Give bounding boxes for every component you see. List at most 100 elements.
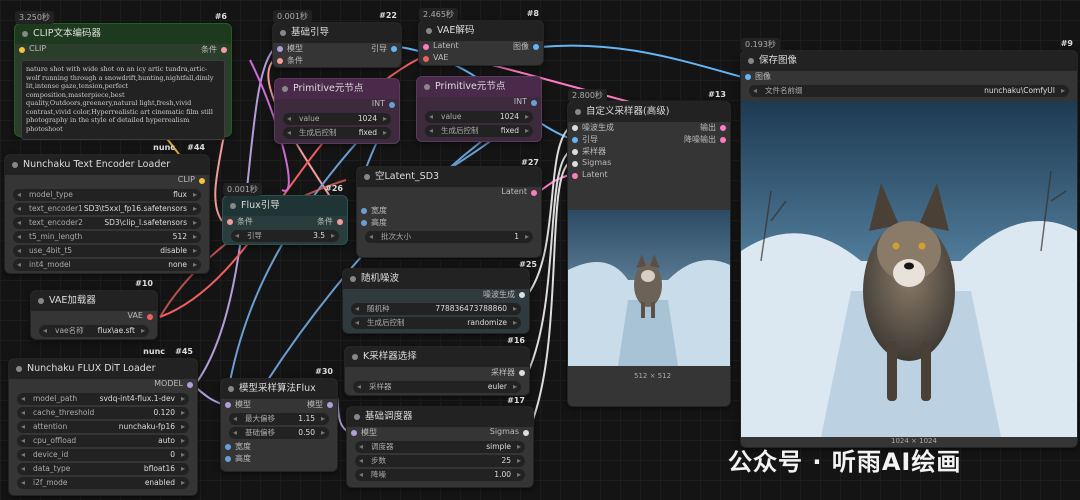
node-title[interactable]: Nunchaku FLUX DiT Loader <box>9 359 197 379</box>
cond-input-slot[interactable] <box>277 58 283 64</box>
node-id: #45 <box>175 347 193 356</box>
control-after-generate-widget[interactable]: 生成后控制fixed <box>283 127 391 139</box>
model-input-slot[interactable] <box>351 430 357 436</box>
node-title[interactable]: 基础引导 <box>273 23 401 43</box>
image-input-slot[interactable] <box>745 74 751 80</box>
custom-sampler-advanced-node[interactable]: 2.800秒 #13 自定义采样器(高级) 噪波生成 输出 引导 降噪输出 采样器 … <box>567 89 731 407</box>
output-slot[interactable] <box>720 125 726 131</box>
execution-time-badge: 0.001秒 <box>223 183 262 196</box>
latent-input-slot[interactable] <box>572 173 578 179</box>
node-title[interactable]: Nunchaku Text Encoder Loader <box>5 155 209 175</box>
vae-loader-node[interactable]: #10 VAE加载器 VAE vae名称flux\ae.sft <box>30 279 158 340</box>
primitive-node-1[interactable]: Primitive元节点 INT value1024 生成后控制fixed <box>274 78 400 144</box>
int-output-slot[interactable] <box>389 102 395 108</box>
flux-guidance-node[interactable]: 0.001秒 #26 Flux引导 条件条件 引导3.5 <box>222 183 348 245</box>
denoise-widget[interactable]: 降噪1.00 <box>355 469 525 481</box>
save-image-node[interactable]: 0.193秒 #9 保存图像 图像 文件名前缀nunchaku\ComfyUI <box>740 38 1078 448</box>
clip-output-slot[interactable] <box>199 178 205 184</box>
basic-scheduler-node[interactable]: 基础调度器 模型Sigmas 调度器simple 步数25 降噪1.00 <box>346 406 534 488</box>
guidance-widget[interactable]: 引导3.5 <box>231 230 339 242</box>
width-input-slot[interactable] <box>225 444 231 450</box>
node-title[interactable]: 基础调度器 <box>347 407 533 427</box>
noise-output-slot[interactable] <box>519 292 525 298</box>
sampler-name-widget[interactable]: 采样器euler <box>353 381 521 393</box>
attention-widget[interactable]: attentionnunchaku-fp16 <box>17 421 189 433</box>
width-input-slot[interactable] <box>361 208 367 214</box>
dit-loader-node[interactable]: #45 nunc Nunchaku FLUX DiT Loader MODEL … <box>8 347 198 496</box>
base-shift-widget[interactable]: 基础偏移0.50 <box>229 427 329 439</box>
node-id: #8 <box>526 9 539 18</box>
image-output-slot[interactable] <box>533 44 539 50</box>
data-type-widget[interactable]: data_typebfloat16 <box>17 463 189 475</box>
control-after-generate-widget[interactable]: 生成后控制fixed <box>425 125 533 137</box>
node-title[interactable]: VAE加载器 <box>31 291 157 311</box>
model-output-slot[interactable] <box>187 382 193 388</box>
guider-output-slot[interactable] <box>391 46 397 52</box>
node-title[interactable]: Flux引导 <box>223 196 347 216</box>
clip-text-encode-node[interactable]: 3.250秒 #6 CLIP文本编码器 CLIP 条件 nature shot … <box>14 11 232 140</box>
vae-name-widget[interactable]: vae名称flux\ae.sft <box>39 325 149 337</box>
random-noise-node[interactable]: #16 随机噪波 噪波生成 随机种778836473788860 生成后控制ra… <box>342 268 530 345</box>
node-title[interactable]: 保存图像 <box>741 51 1077 71</box>
node-title[interactable]: 自定义采样器(高级) <box>568 102 730 122</box>
model-path-widget[interactable]: model_pathsvdq-int4-flux.1-dev <box>17 393 189 405</box>
height-input-slot[interactable] <box>361 220 367 226</box>
vae-output-slot[interactable] <box>147 314 153 320</box>
text-encoder1-widget[interactable]: text_encoder1SD3\t5xxl_fp16.safetensors <box>13 203 201 215</box>
denoised-output-slot[interactable] <box>720 137 726 143</box>
node-title[interactable]: 模型采样算法Flux <box>221 379 337 399</box>
seed-widget[interactable]: 随机种778836473788860 <box>351 303 521 315</box>
sampler-input-slot[interactable] <box>572 149 578 155</box>
node-title[interactable]: K采样器选择 <box>345 347 529 367</box>
node-title[interactable]: VAE解码 <box>419 21 543 41</box>
device-id-widget[interactable]: device_id0 <box>17 449 189 461</box>
value-widget[interactable]: value1024 <box>425 111 533 123</box>
int-output-slot[interactable] <box>531 100 537 106</box>
cpu-offload-widget[interactable]: cpu_offloadauto <box>17 435 189 447</box>
steps-widget[interactable]: 步数25 <box>355 455 525 467</box>
int4-model-widget[interactable]: int4_modelnone <box>13 259 201 271</box>
noise-input-slot[interactable] <box>572 125 578 131</box>
latent-output-slot[interactable] <box>531 190 537 196</box>
node-title[interactable]: CLIP文本编码器 <box>15 24 231 44</box>
prompt-textarea[interactable]: nature shot with wide shot on an icy art… <box>21 60 225 140</box>
vae-input-slot[interactable] <box>423 56 429 62</box>
i2f-mode-widget[interactable]: i2f_modeenabled <box>17 477 189 489</box>
control-after-generate-widget[interactable]: 生成后控制randomize <box>351 317 521 329</box>
model-type-widget[interactable]: model_typeflux <box>13 189 201 201</box>
model-output-slot[interactable] <box>327 402 333 408</box>
model-sampling-flux-node[interactable]: #30 模型采样算法Flux 模型模型 最大偏移1.15 基础偏移0.50 宽度… <box>220 367 338 472</box>
filename-prefix-widget[interactable]: 文件名前缀nunchaku\ComfyUI <box>749 85 1069 97</box>
max-shift-widget[interactable]: 最大偏移1.15 <box>229 413 329 425</box>
clip-input-slot[interactable] <box>19 47 25 53</box>
cond-input-slot[interactable] <box>227 219 233 225</box>
node-title[interactable]: Primitive元节点 <box>275 79 399 99</box>
model-input-slot[interactable] <box>225 402 231 408</box>
batch-size-widget[interactable]: 批次大小1 <box>365 231 533 243</box>
sampler-output-slot[interactable] <box>519 370 525 376</box>
height-input-slot[interactable] <box>225 456 231 462</box>
t5-min-length-widget[interactable]: t5_min_length512 <box>13 231 201 243</box>
primitive-node-2[interactable]: #27 Primitive元节点 INT value1024 生成后控制fixe… <box>416 76 542 167</box>
node-title[interactable]: 随机噪波 <box>343 269 529 289</box>
basic-guider-node[interactable]: 0.001秒 #22 基础引导 模型 引导 条件 <box>272 10 402 68</box>
execution-time-badge: 0.001秒 <box>273 10 312 23</box>
empty-latent-node[interactable]: #25 空Latent_SD3 Latent 宽度 高度 批次大小1 <box>356 166 542 269</box>
ksampler-select-node[interactable]: #17 K采样器选择 采样器 采样器euler <box>344 346 530 405</box>
guider-input-slot[interactable] <box>572 137 578 143</box>
node-title[interactable]: 空Latent_SD3 <box>357 167 541 187</box>
vae-decode-node[interactable]: 2.465秒 #8 VAE解码 Latent 图像 VAE <box>418 8 544 66</box>
node-title[interactable]: Primitive元节点 <box>417 77 541 97</box>
scheduler-widget[interactable]: 调度器simple <box>355 441 525 453</box>
value-widget[interactable]: value1024 <box>283 113 391 125</box>
cond-output-slot[interactable] <box>337 219 343 225</box>
cond-output-slot[interactable] <box>221 47 227 53</box>
sigmas-input-slot[interactable] <box>572 161 578 167</box>
model-input-slot[interactable] <box>277 46 283 52</box>
sigmas-output-slot[interactable] <box>523 430 529 436</box>
cache-threshold-widget[interactable]: cache_threshold0.120 <box>17 407 189 419</box>
latent-input-slot[interactable] <box>423 44 429 50</box>
text-encoder2-widget[interactable]: text_encoder2SD3\clip_l.safetensors <box>13 217 201 229</box>
text-encoder-loader-node[interactable]: #44 nunc Nunchaku Text Encoder Loader CL… <box>4 143 210 274</box>
use-4bit-t5-widget[interactable]: use_4bit_t5disable <box>13 245 201 257</box>
